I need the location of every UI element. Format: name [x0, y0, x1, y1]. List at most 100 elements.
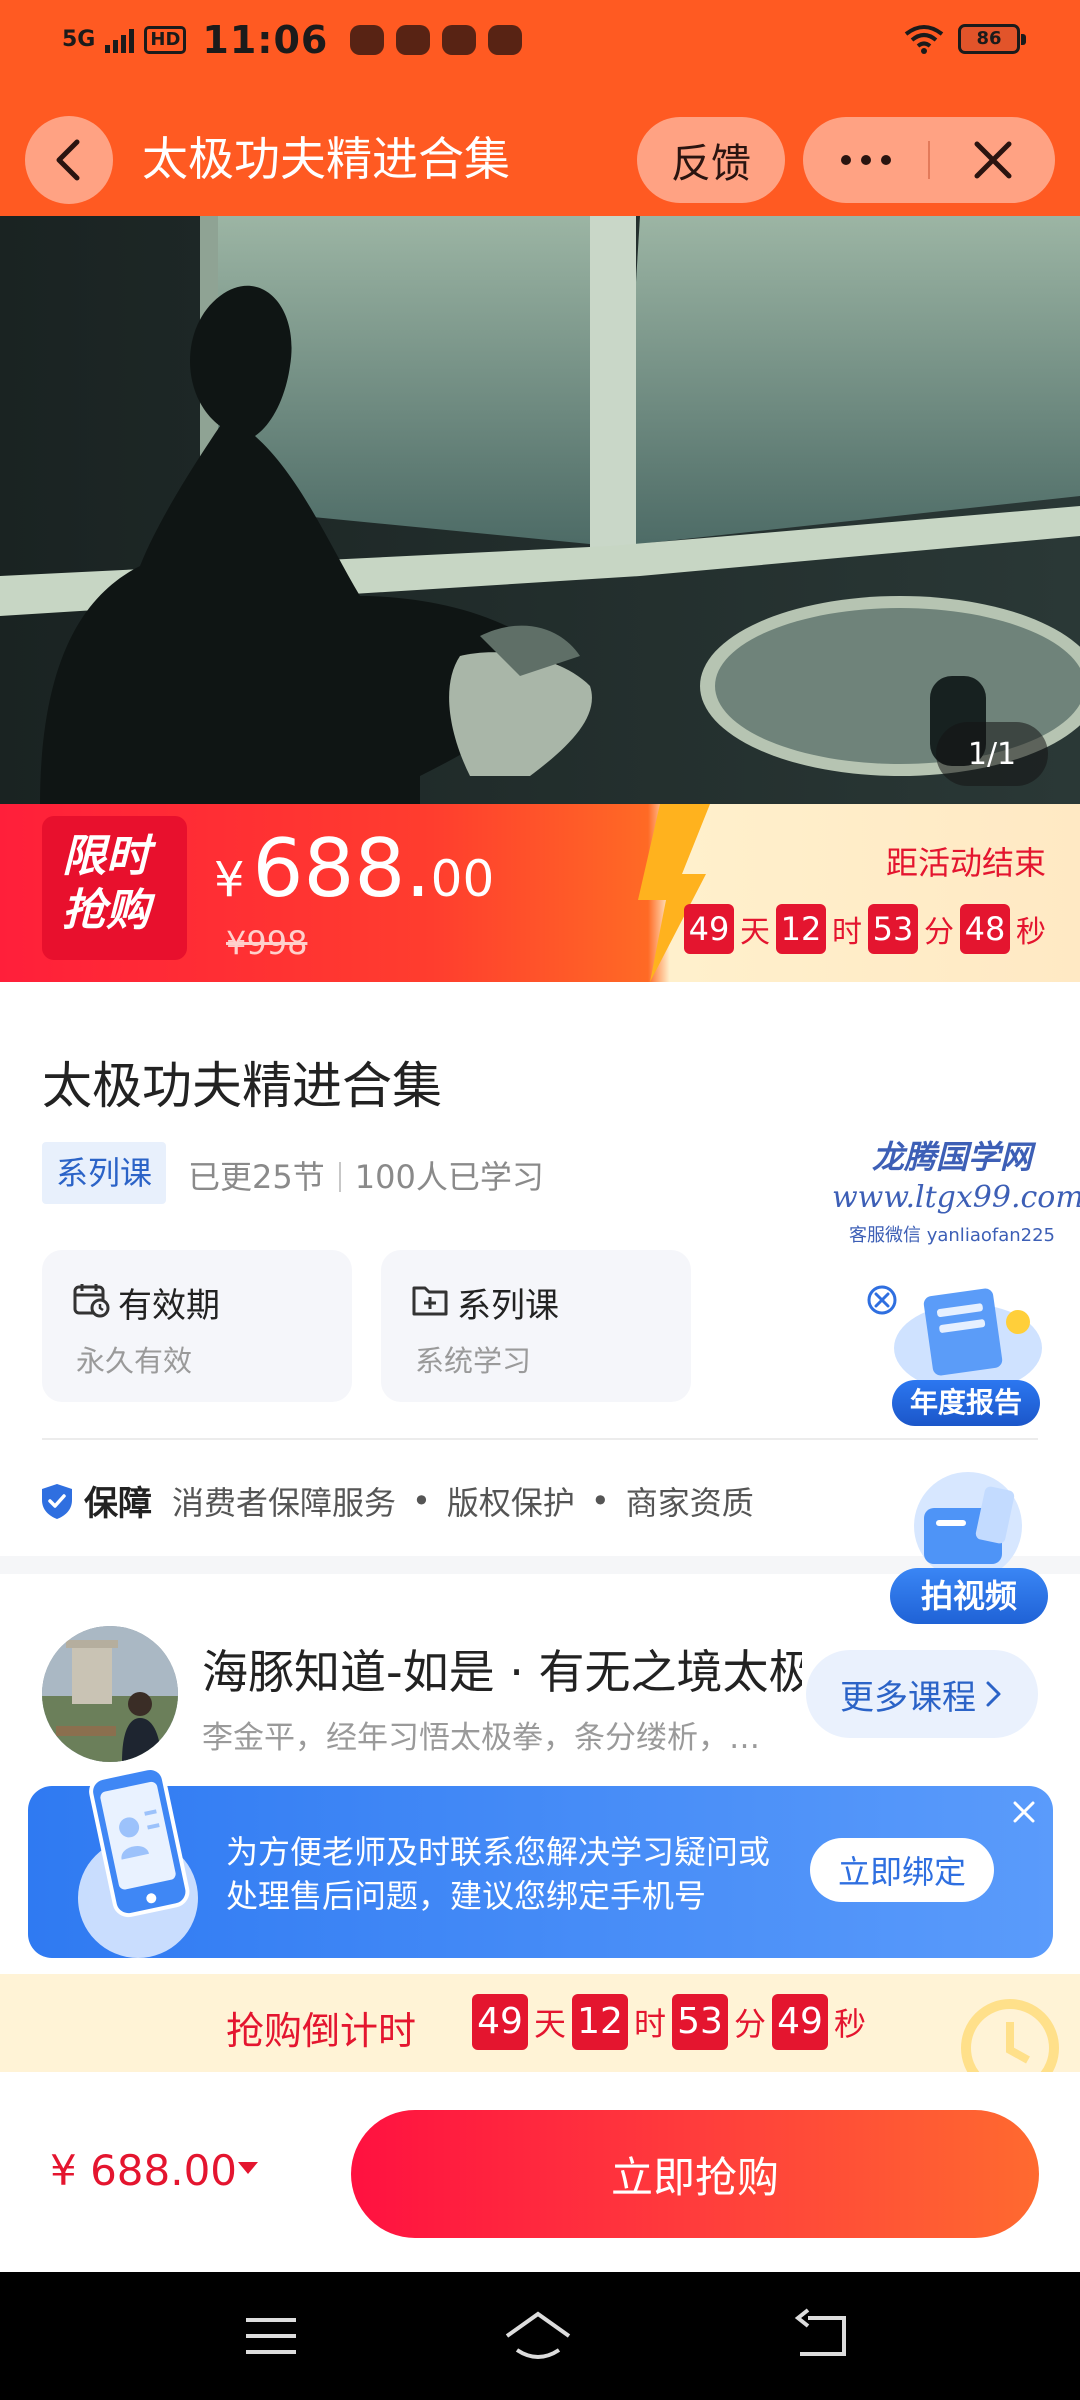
meta-divider: [338, 1162, 341, 1192]
course-cover-video[interactable]: 1/1: [0, 216, 1080, 806]
back-icon[interactable]: [786, 2306, 856, 2366]
unit-hour: 时: [832, 915, 862, 950]
sale-price: ¥ 688. 00: [214, 822, 494, 915]
menu-icon[interactable]: [236, 2306, 306, 2366]
bind-message-line-1: 为方便老师及时联系您解决学习疑问或: [226, 1833, 771, 1871]
chevron-right-icon: [986, 1681, 1001, 1707]
price-decimal: 00: [430, 850, 495, 908]
lightning-icon: [638, 804, 710, 982]
back-button[interactable]: [25, 116, 113, 204]
sale-end-label: 距活动结束: [885, 844, 1046, 882]
bind-now-button[interactable]: 立即绑定: [810, 1838, 994, 1902]
countdown-days: 49: [684, 904, 734, 954]
guarantee-separator: •: [590, 1481, 610, 1520]
total-price[interactable]: ¥ 688.00: [50, 2146, 237, 2195]
caret-down-icon[interactable]: [238, 2162, 258, 2174]
clock: 11:06: [202, 18, 329, 62]
avatar-image: [42, 1626, 178, 1762]
cover-image: [0, 216, 1080, 806]
validity-title: 有效期: [118, 1286, 220, 1326]
shoot-video-float[interactable]: 拍视频: [884, 1468, 1054, 1628]
bind-phone-banner: 为方便老师及时联系您解决学习疑问或 处理售后问题，建议您绑定手机号 立即绑定: [28, 1765, 1053, 1958]
guarantee-item: 版权保护: [446, 1483, 575, 1522]
learner-count: 100人已学习: [354, 1158, 544, 1196]
system-nav-bar: [0, 2272, 1080, 2400]
more-courses-label: 更多课程: [840, 1677, 976, 1718]
close-icon[interactable]: [1010, 1798, 1038, 1826]
price-integer: 688.: [252, 822, 431, 915]
video-illustration-icon: [914, 1472, 1022, 1580]
app-icon: [488, 25, 523, 55]
currency-symbol: ¥: [214, 852, 245, 908]
home-icon[interactable]: [503, 2306, 573, 2366]
battery-icon: 86: [958, 24, 1026, 54]
flash-sale-badge: 限时 抢购: [42, 816, 187, 960]
validity-value: 永久有效: [76, 1344, 193, 1378]
network-type: 5G: [62, 27, 96, 52]
more-button[interactable]: [803, 117, 928, 203]
bind-message-line-2: 处理售后问题，建议您绑定手机号: [226, 1877, 707, 1915]
teacher-name[interactable]: 海豚知道-如是 · 有无之境太极: [202, 1636, 802, 1702]
close-icon: [974, 141, 1011, 179]
unit-second: 秒: [1016, 915, 1046, 950]
watermark-contact: 客服微信 yanliaofan225: [849, 1225, 1055, 1246]
validity-card: 有效期 永久有效: [42, 1250, 352, 1402]
app-icon: [442, 25, 477, 55]
image-pager: 1/1: [936, 722, 1048, 786]
calendar-clock-icon: [73, 1284, 110, 1318]
badge-line-2: 抢购: [62, 885, 150, 936]
watermark: 龙腾国学网 www.ltgx99.com 客服微信 yanliaofan225: [832, 1132, 1080, 1247]
unit-second: 秒: [834, 2005, 867, 2043]
countdown-seconds: 49: [772, 1994, 829, 2050]
folder-plus-icon: [412, 1286, 448, 1316]
unit-day: 天: [740, 915, 770, 950]
countdown-hours: 12: [572, 1994, 629, 2050]
course-meta: 已更25节 100人已学习: [188, 1152, 544, 1198]
mini-program-capsule: [803, 117, 1055, 203]
phone-illustration-icon: [78, 1765, 198, 1958]
buy-now-button[interactable]: 立即抢购: [351, 2110, 1039, 2238]
teacher-avatar[interactable]: [42, 1626, 178, 1762]
signal-icon: [105, 27, 135, 53]
course-title: 太极功夫精进合集: [42, 1057, 442, 1115]
more-courses-button[interactable]: 更多课程: [806, 1650, 1038, 1738]
countdown-hours: 12: [776, 904, 826, 954]
top-bar: 5G HD 11:06 86 太极功夫精进合集 反馈: [0, 0, 1080, 216]
countdown-seconds: 48: [960, 904, 1010, 954]
original-price: ¥998: [226, 924, 308, 962]
hd-badge: HD: [144, 26, 187, 54]
guarantee-row[interactable]: 保障 消费者保障服务 • 版权保护 • 商家资质: [40, 1476, 754, 1525]
series-card: 系列课 系统学习: [381, 1250, 691, 1402]
close-button[interactable]: [930, 117, 1055, 203]
course-type-tag: 系列课: [42, 1142, 167, 1204]
guarantee-item: 商家资质: [625, 1483, 754, 1522]
shield-check-icon: [42, 1483, 72, 1519]
feedback-button[interactable]: 反馈: [637, 117, 785, 203]
countdown-minutes: 53: [672, 1994, 729, 2050]
notification-icons: [350, 25, 523, 55]
sale-countdown: 49 天 12 时 53 分 48 秒: [684, 904, 1046, 954]
guarantee-separator: •: [412, 1481, 431, 1520]
countdown-label: 抢购倒计时: [226, 2009, 417, 2053]
update-count: 已更25节: [188, 1158, 325, 1196]
close-circle-icon[interactable]: [866, 1284, 898, 1316]
guarantee-item: 消费者保障服务: [172, 1483, 397, 1522]
annual-report-label: 年度报告: [892, 1380, 1040, 1426]
countdown-minutes: 53: [868, 904, 918, 954]
chevron-left-icon: [56, 139, 80, 181]
shoot-video-label: 拍视频: [890, 1568, 1048, 1624]
purchase-countdown-bar: 抢购倒计时 49 天 12 时 53 分 49 秒: [0, 1974, 1080, 2072]
flash-sale-banner: 限时 抢购 ¥ 688. 00 ¥998 距活动结束 49 天 12 时 53 …: [0, 804, 1080, 982]
teacher-description: 李金平，经年习悟太极拳，条分缕析，…: [202, 1720, 760, 1756]
unit-day: 天: [534, 2005, 567, 2043]
series-title: 系列课: [457, 1286, 559, 1326]
unit-minute: 分: [734, 2005, 767, 2043]
unit-minute: 分: [924, 915, 954, 950]
status-bar: 5G HD 11:06 86: [0, 0, 1080, 84]
page-title: 太极功夫精进合集: [142, 132, 510, 186]
watermark-title: 龙腾国学网: [871, 1138, 1032, 1176]
guarantee-label: 保障: [84, 1484, 152, 1524]
series-value: 系统学习: [415, 1344, 532, 1378]
wifi-icon: [904, 25, 944, 54]
unit-hour: 时: [634, 2005, 667, 2043]
